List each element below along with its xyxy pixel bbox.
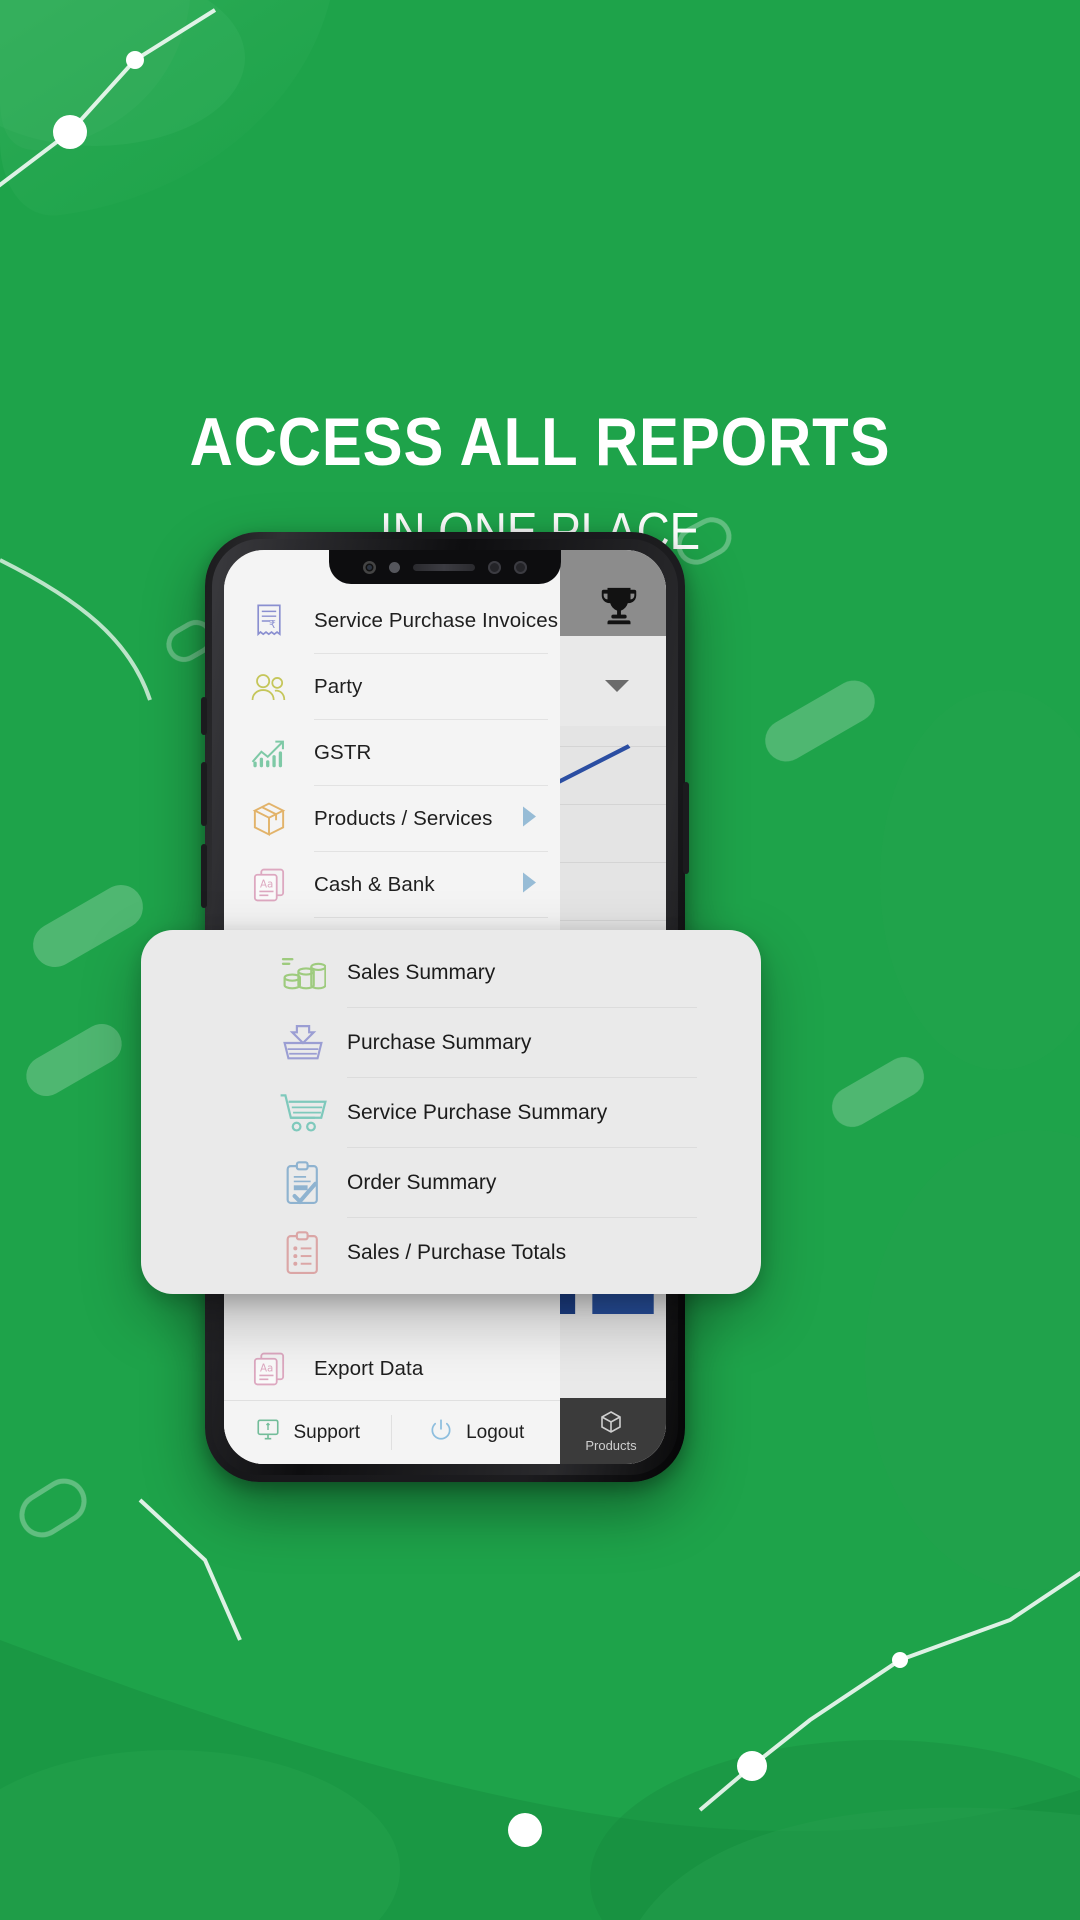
page-title: ACCESS ALL REPORTS bbox=[189, 404, 891, 480]
basket-download-icon bbox=[279, 1019, 327, 1067]
ir-sensor-icon bbox=[514, 560, 527, 574]
svg-text:₹: ₹ bbox=[269, 618, 276, 631]
drawer-item-label: Cash & Bank bbox=[314, 872, 435, 896]
chevron-down-icon[interactable] bbox=[604, 678, 630, 699]
drawer-item-label: GSTR bbox=[314, 740, 372, 764]
phone-button-volume-down bbox=[201, 844, 207, 908]
receipt-rupee-icon: ₹ bbox=[246, 600, 292, 642]
svg-text:Aa: Aa bbox=[260, 1363, 273, 1375]
drawer-bottom-bar: Support Logout bbox=[224, 1400, 560, 1464]
support-monitor-pen-icon bbox=[255, 1417, 281, 1449]
cards-aa-icon: Aa bbox=[246, 864, 292, 906]
people-icon bbox=[246, 666, 292, 708]
bar-chart-growth-icon bbox=[246, 732, 292, 774]
phone-button-volume-up bbox=[201, 762, 207, 826]
support-button[interactable]: Support bbox=[224, 1401, 391, 1464]
submenu-item-label: Service Purchase Summary bbox=[347, 1100, 608, 1124]
phone-button-power bbox=[683, 782, 689, 874]
chevron-right-icon[interactable] bbox=[521, 872, 538, 899]
drawer-item-party[interactable]: Party bbox=[224, 654, 560, 720]
coins-stack-icon bbox=[279, 949, 327, 997]
drawer-item-label: Service Purchase Invoices bbox=[314, 608, 559, 632]
submenu-item-purchase-summary[interactable]: Purchase Summary bbox=[141, 1008, 761, 1078]
submenu-item-label: Purchase Summary bbox=[347, 1030, 532, 1054]
power-icon bbox=[428, 1417, 454, 1449]
nav-item-products[interactable]: Products bbox=[556, 1410, 666, 1453]
earpiece-speaker bbox=[413, 563, 475, 571]
drawer-item-gstr[interactable]: GSTR bbox=[224, 720, 560, 786]
submenu-item-sales-summary[interactable]: Sales Summary bbox=[141, 938, 761, 1008]
clipboard-list-icon bbox=[279, 1229, 327, 1277]
drawer-item-label: Export Data bbox=[314, 1356, 424, 1380]
submenu-item-sales-purchase-totals[interactable]: Sales / Purchase Totals bbox=[141, 1218, 761, 1288]
logout-label: Logout bbox=[466, 1421, 525, 1443]
light-sensor-icon bbox=[488, 560, 501, 574]
clipboard-check-icon bbox=[279, 1159, 327, 1207]
export-aa-icon: Aa bbox=[246, 1348, 292, 1390]
submenu-item-label: Order Summary bbox=[347, 1170, 497, 1194]
drawer-item-products-services[interactable]: Products / Services bbox=[224, 786, 560, 852]
submenu-item-label: Sales Summary bbox=[347, 960, 496, 984]
svg-text:Aa: Aa bbox=[260, 879, 273, 891]
submenu-item-order-summary[interactable]: Order Summary bbox=[141, 1148, 761, 1218]
submenu-item-service-purchase-summary[interactable]: Service Purchase Summary bbox=[141, 1078, 761, 1148]
submenu-item-label: Sales / Purchase Totals bbox=[347, 1240, 567, 1264]
drawer-item-label: Products / Services bbox=[314, 806, 493, 830]
phone-notch bbox=[329, 550, 561, 584]
shopping-cart-icon bbox=[279, 1089, 327, 1137]
box-package-icon bbox=[246, 798, 292, 840]
support-label: Support bbox=[293, 1421, 360, 1443]
reports-submenu-popup: Sales Summary Purchase Summary Service P… bbox=[141, 930, 761, 1294]
drawer-item-cash-bank[interactable]: Aa Cash & Bank bbox=[224, 852, 560, 918]
phone-button-mute bbox=[201, 697, 207, 735]
drawer-item-label: Party bbox=[314, 674, 363, 698]
logout-button[interactable]: Logout bbox=[392, 1401, 559, 1464]
nav-item-products-label: Products bbox=[585, 1437, 637, 1453]
front-camera-icon bbox=[363, 560, 376, 574]
proximity-sensor-icon bbox=[389, 561, 400, 573]
trophy-icon bbox=[596, 584, 642, 635]
drawer-item-export-data[interactable]: Aa Export Data bbox=[224, 1336, 560, 1400]
drawer-item-service-purchase-invoices[interactable]: ₹ Service Purchase Invoices bbox=[224, 588, 560, 654]
chevron-right-icon[interactable] bbox=[521, 806, 538, 833]
